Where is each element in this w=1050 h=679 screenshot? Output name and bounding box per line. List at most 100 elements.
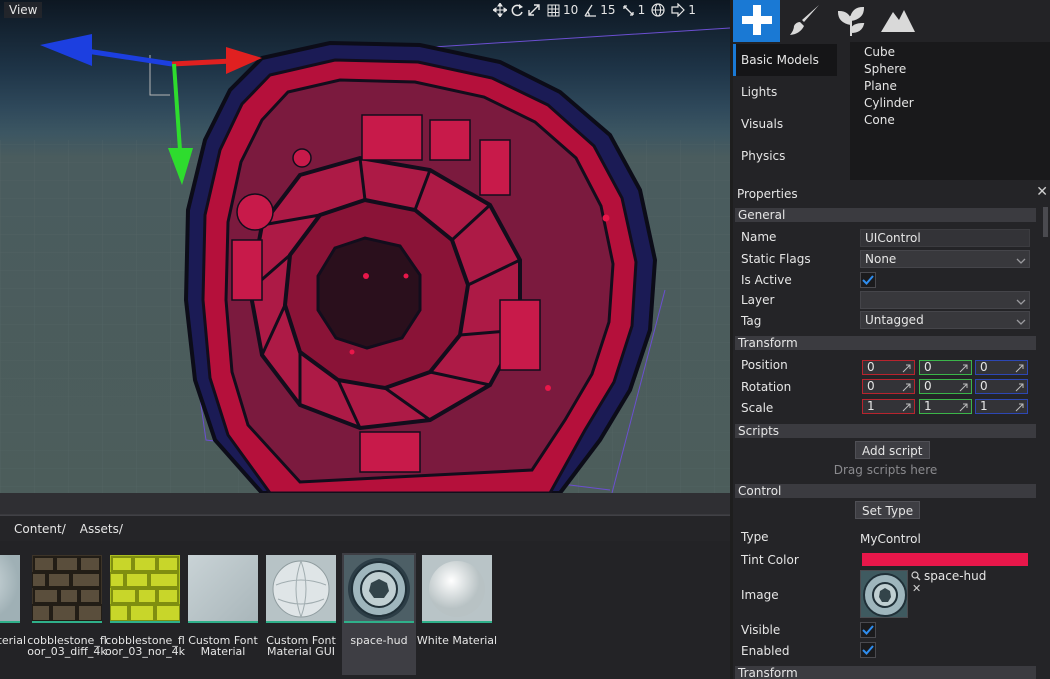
tab-foliage[interactable] bbox=[827, 0, 874, 42]
toolbox-panel: Basic Models Lights Visuals Physics Cube… bbox=[733, 0, 1050, 180]
position-y-field[interactable]: 0 bbox=[919, 360, 972, 375]
rotation-z-field[interactable]: 0 bbox=[975, 379, 1028, 394]
globe-icon bbox=[651, 3, 665, 17]
asset-name: cobblestone_floor_03_nor_4k bbox=[104, 634, 186, 658]
type-value: MyControl bbox=[860, 532, 921, 546]
content-browser: Content/ Assets/ aterial cobblestone_flo… bbox=[0, 493, 730, 679]
asset-item[interactable]: Custom Font Material GUI bbox=[264, 553, 338, 675]
move-icon[interactable] bbox=[493, 3, 507, 17]
is-active-label: Is Active bbox=[741, 273, 792, 287]
properties-title: Properties bbox=[737, 187, 798, 201]
drag-arrow-icon bbox=[1015, 382, 1024, 395]
scale-snap[interactable]: 1 bbox=[619, 0, 649, 20]
asset-thumbnail bbox=[344, 555, 414, 623]
rotation-y-value: 0 bbox=[924, 379, 932, 393]
properties-scrollbar[interactable] bbox=[1043, 207, 1048, 237]
world-space-toggle[interactable] bbox=[648, 0, 668, 20]
rotate-snap[interactable]: 15 bbox=[581, 0, 618, 20]
tab-paint[interactable] bbox=[780, 0, 827, 42]
position-z-field[interactable]: 0 bbox=[975, 360, 1028, 375]
asset-name: Custom Font Material bbox=[188, 634, 258, 658]
brush-icon bbox=[786, 2, 822, 41]
add-script-button[interactable]: Add script bbox=[855, 441, 930, 459]
layer-label: Layer bbox=[741, 293, 775, 307]
visible-label: Visible bbox=[741, 623, 781, 637]
scripts-drop-hint[interactable]: Drag scripts here bbox=[733, 463, 1038, 477]
model-item-sphere[interactable]: Sphere bbox=[850, 61, 1050, 78]
drag-arrow-icon bbox=[902, 363, 911, 376]
visible-checkbox[interactable] bbox=[860, 622, 876, 638]
model-item-cone[interactable]: Cone bbox=[850, 112, 1050, 129]
asset-item-selected[interactable]: space-hud bbox=[342, 553, 416, 675]
scale-z-field[interactable]: 1 bbox=[975, 399, 1028, 414]
type-label: Type bbox=[741, 530, 769, 544]
toolbox-categories: Basic Models Lights Visuals Physics bbox=[733, 42, 845, 180]
asset-name: space-hud bbox=[350, 634, 408, 647]
category-lights[interactable]: Lights bbox=[733, 76, 837, 108]
asset-thumbnail bbox=[32, 555, 102, 623]
section-general[interactable]: General bbox=[735, 208, 1036, 222]
toolbox-tabs bbox=[733, 0, 1050, 42]
asset-item[interactable]: aterial bbox=[0, 553, 26, 675]
plus-icon bbox=[740, 3, 774, 40]
position-x-field[interactable]: 0 bbox=[862, 360, 915, 375]
breadcrumb-assets[interactable]: Assets/ bbox=[80, 522, 123, 536]
grid-snap[interactable]: 10 bbox=[544, 0, 581, 20]
drag-arrow-icon bbox=[959, 363, 968, 376]
category-visuals[interactable]: Visuals bbox=[733, 108, 837, 140]
model-item-cube[interactable]: Cube bbox=[850, 44, 1050, 61]
asset-thumbnail bbox=[422, 555, 492, 623]
category-basic-models[interactable]: Basic Models bbox=[733, 44, 837, 76]
drag-arrow-icon bbox=[1015, 402, 1024, 415]
name-field[interactable]: UIControl bbox=[860, 229, 1030, 247]
enabled-label: Enabled bbox=[741, 644, 790, 658]
set-type-button[interactable]: Set Type bbox=[855, 501, 921, 519]
section-control[interactable]: Control bbox=[735, 484, 1036, 498]
viewport-title[interactable]: View bbox=[4, 2, 43, 18]
rotation-x-field[interactable]: 0 bbox=[862, 379, 915, 394]
position-y-value: 0 bbox=[924, 360, 932, 374]
asset-item[interactable]: Custom Font Material bbox=[186, 553, 260, 675]
scale-y-field[interactable]: 1 bbox=[919, 399, 972, 414]
image-asset-name: space-hud bbox=[924, 569, 987, 583]
checkmark-icon bbox=[862, 645, 874, 655]
tab-terrain[interactable] bbox=[874, 0, 921, 42]
enabled-checkbox[interactable] bbox=[860, 642, 876, 658]
image-thumbnail[interactable] bbox=[860, 570, 908, 618]
model-item-plane[interactable]: Plane bbox=[850, 78, 1050, 95]
asset-item[interactable]: White Material bbox=[417, 553, 497, 675]
tint-color-label: Tint Color bbox=[741, 553, 799, 567]
model-item-cylinder[interactable]: Cylinder bbox=[850, 95, 1050, 112]
rotation-y-field[interactable]: 0 bbox=[919, 379, 972, 394]
camera-speed[interactable]: 1 bbox=[668, 0, 699, 20]
rotation-label: Rotation bbox=[741, 380, 792, 394]
asset-item[interactable]: cobblestone_floor_03_diff_4k bbox=[27, 553, 107, 675]
scene-viewport[interactable]: View 10 15 1 1 bbox=[0, 0, 730, 493]
close-icon[interactable]: ✕ bbox=[1036, 184, 1048, 200]
drag-arrow-icon bbox=[959, 402, 968, 415]
rotate-icon[interactable] bbox=[510, 3, 524, 17]
section-scripts[interactable]: Scripts bbox=[735, 424, 1036, 438]
category-physics[interactable]: Physics bbox=[733, 140, 837, 172]
arrow-right-icon bbox=[671, 3, 686, 17]
breadcrumb-content[interactable]: Content/ bbox=[14, 522, 66, 536]
section-transform-2[interactable]: Transform bbox=[735, 666, 1036, 679]
tag-dropdown[interactable]: Untagged bbox=[860, 311, 1030, 329]
tint-color-swatch[interactable] bbox=[862, 553, 1028, 566]
scale-x-field[interactable]: 1 bbox=[862, 399, 915, 414]
asset-name: aterial bbox=[0, 634, 26, 647]
clear-icon[interactable]: ✕ bbox=[912, 582, 921, 595]
tab-create[interactable] bbox=[733, 0, 780, 42]
position-z-value: 0 bbox=[980, 360, 988, 374]
asset-item[interactable]: cobblestone_floor_03_nor_4k bbox=[105, 553, 185, 675]
is-active-checkbox[interactable] bbox=[860, 272, 876, 288]
camera-speed-value: 1 bbox=[688, 3, 696, 17]
static-flags-dropdown[interactable]: None bbox=[860, 250, 1030, 268]
model-list: Cube Sphere Plane Cylinder Cone bbox=[850, 42, 1050, 180]
layer-dropdown[interactable] bbox=[860, 291, 1030, 309]
chevron-down-icon bbox=[1016, 254, 1026, 270]
scale-icon[interactable] bbox=[527, 3, 541, 17]
position-x-value: 0 bbox=[867, 360, 875, 374]
section-transform[interactable]: Transform bbox=[735, 336, 1036, 350]
mountain-icon bbox=[879, 2, 917, 41]
